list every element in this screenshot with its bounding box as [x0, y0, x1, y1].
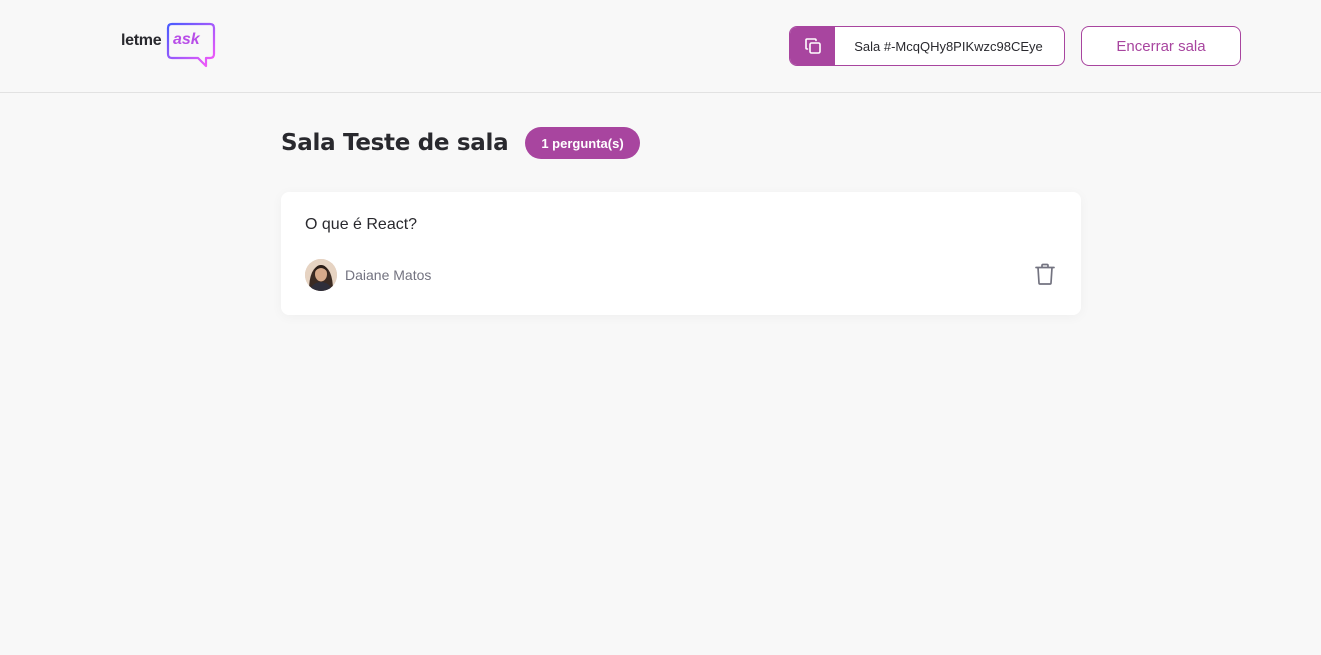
- logo-word-letme: letme: [121, 32, 162, 49]
- room-code-text: Sala #-McqQHy8PIKwzc98CEye: [854, 38, 1043, 54]
- question-card: O que é React? Daiane Matos: [281, 192, 1081, 315]
- question-count-badge: 1 pergunta(s): [525, 127, 640, 159]
- letmeask-logo[interactable]: letme ask: [120, 22, 216, 68]
- copy-icon: [804, 38, 821, 54]
- avatar-image: [305, 259, 337, 291]
- author-name: Daiane Matos: [345, 267, 432, 283]
- close-room-button[interactable]: Encerrar sala: [1081, 26, 1241, 66]
- room-title-row: Sala Teste de sala 1 pergunta(s): [281, 126, 640, 160]
- page-title: Sala Teste de sala: [281, 130, 509, 156]
- question-author: Daiane Matos: [305, 259, 431, 291]
- copy-icon-box[interactable]: [790, 27, 835, 65]
- room-code-copy-button[interactable]: Sala #-McqQHy8PIKwzc98CEye: [789, 26, 1065, 66]
- question-content: O que é React?: [305, 216, 418, 233]
- trash-icon: [1035, 263, 1055, 285]
- delete-question-button[interactable]: [1033, 261, 1057, 287]
- page-header: letme ask Sala #-McqQHy8PIKwzc98CEye Enc…: [0, 0, 1321, 93]
- logo-word-ask: ask: [173, 31, 200, 48]
- author-avatar: [305, 259, 337, 291]
